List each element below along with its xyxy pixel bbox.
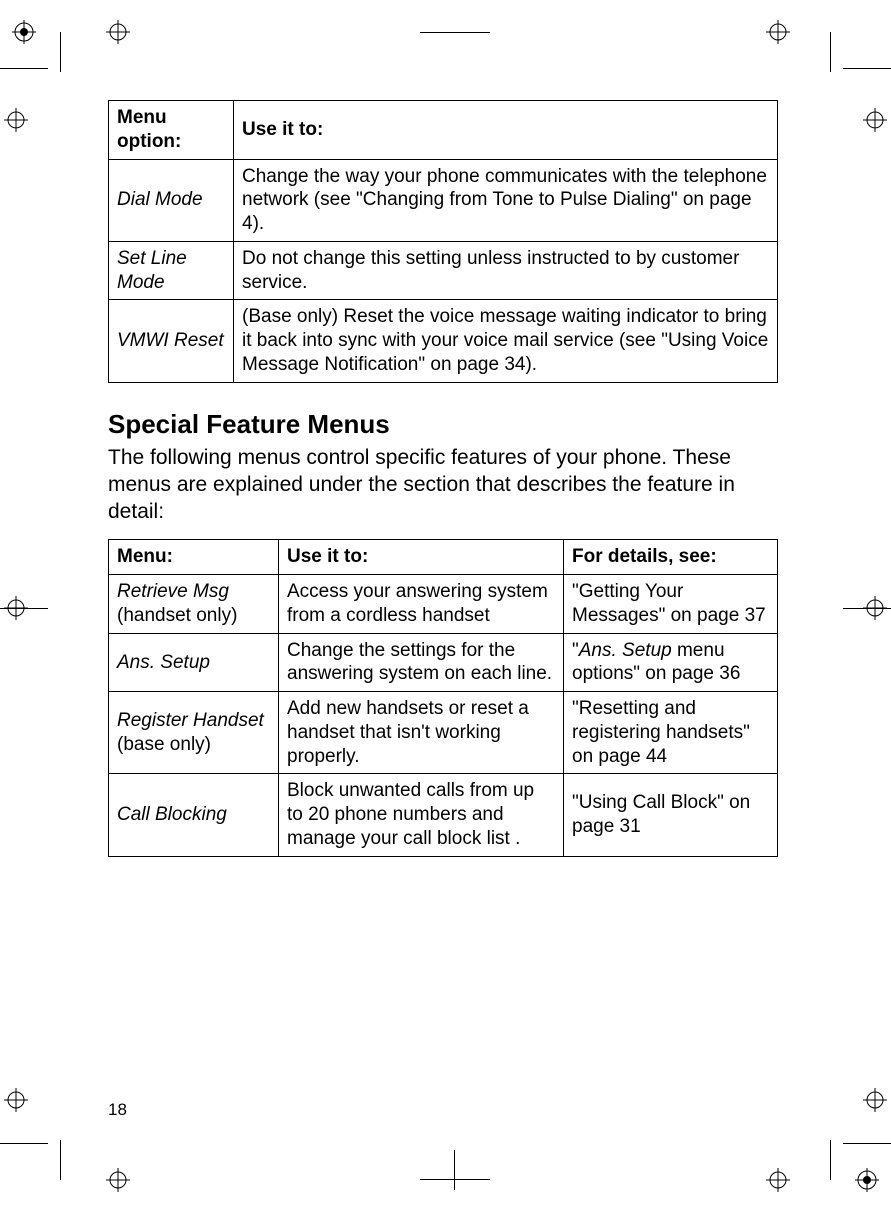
- menu-details-cell: "Getting Your Messages" on page 37: [564, 575, 778, 634]
- registration-mark-icon: [12, 20, 36, 44]
- table-row: Call Blocking Block unwanted calls from …: [109, 774, 778, 856]
- crop-line: [843, 68, 891, 69]
- menu-option-cell: Register Handset (base only): [109, 692, 279, 774]
- crop-line: [0, 68, 48, 69]
- registration-mark-icon: [863, 108, 887, 132]
- registration-mark-icon: [4, 108, 28, 132]
- details-text: "Resetting and registering handsets" on …: [572, 698, 750, 767]
- registration-mark-icon: [766, 20, 790, 44]
- crop-line: [843, 608, 891, 609]
- crop-line: [0, 608, 48, 609]
- section-intro: The following menus control specific fea…: [108, 444, 778, 526]
- crop-line: [420, 32, 490, 33]
- table-header: Use it to:: [279, 540, 564, 575]
- menu-details-cell: "Ans. Setup menu options" on page 36: [564, 633, 778, 692]
- details-text: "Using Call Block" on page 31: [572, 792, 750, 837]
- menu-option-name: Retrieve Msg: [117, 581, 229, 602]
- crop-line: [843, 1143, 891, 1144]
- menu-option-note: (handset only): [117, 604, 270, 628]
- menu-desc-cell: Change the way your phone communicates w…: [234, 159, 778, 241]
- table-row: Set Line Mode Do not change this setting…: [109, 241, 778, 300]
- registration-mark-icon: [855, 1168, 879, 1192]
- menu-details-cell: "Using Call Block" on page 31: [564, 774, 778, 856]
- table-header: Menu option:: [109, 101, 234, 160]
- crop-line: [454, 1150, 455, 1190]
- menu-option-name: Register Handset: [117, 710, 264, 731]
- crop-line: [0, 1143, 48, 1144]
- menu-option-name: Call Blocking: [117, 804, 227, 825]
- registration-mark-icon: [4, 1088, 28, 1112]
- menu-desc-cell: (Base only) Reset the voice message wait…: [234, 300, 778, 382]
- page-number: 18: [108, 1100, 127, 1120]
- details-italic: Ans. Setup: [579, 640, 672, 661]
- registration-mark-icon: [106, 1168, 130, 1192]
- menu-desc-cell: Do not change this setting unless instru…: [234, 241, 778, 300]
- crop-line: [60, 32, 61, 72]
- menu-option-cell: Call Blocking: [109, 774, 279, 856]
- table-header: Menu:: [109, 540, 279, 575]
- details-text: "Getting Your Messages" on page 37: [572, 581, 766, 626]
- menu-desc-cell: Add new handsets or reset a handset that…: [279, 692, 564, 774]
- table-header-row: Menu option: Use it to:: [109, 101, 778, 160]
- table-row: Retrieve Msg (handset only) Access your …: [109, 575, 778, 634]
- details-text: ": [572, 640, 579, 661]
- table-header: Use it to:: [234, 101, 778, 160]
- registration-mark-icon: [863, 1088, 887, 1112]
- menu-options-table: Menu option: Use it to: Dial Mode Change…: [108, 100, 778, 383]
- crop-line: [60, 1140, 61, 1180]
- table-header: For details, see:: [564, 540, 778, 575]
- menu-option-note: (base only): [117, 733, 270, 757]
- menu-desc-cell: Access your answering system from a cord…: [279, 575, 564, 634]
- menu-desc-cell: Change the settings for the answering sy…: [279, 633, 564, 692]
- table-row: Ans. Setup Change the settings for the a…: [109, 633, 778, 692]
- menu-desc-cell: Block unwanted calls from up to 20 phone…: [279, 774, 564, 856]
- registration-mark-icon: [766, 1168, 790, 1192]
- table-row: Dial Mode Change the way your phone comm…: [109, 159, 778, 241]
- menu-option-name: Ans. Setup: [117, 652, 210, 673]
- menu-option-cell: Retrieve Msg (handset only): [109, 575, 279, 634]
- registration-mark-icon: [106, 20, 130, 44]
- crop-line: [420, 1179, 490, 1180]
- menu-option-cell: VMWI Reset: [109, 300, 234, 382]
- table-header-row: Menu: Use it to: For details, see:: [109, 540, 778, 575]
- menu-option-cell: Ans. Setup: [109, 633, 279, 692]
- menu-details-cell: "Resetting and registering handsets" on …: [564, 692, 778, 774]
- special-feature-table: Menu: Use it to: For details, see: Retri…: [108, 539, 778, 856]
- menu-option-cell: Set Line Mode: [109, 241, 234, 300]
- section-heading: Special Feature Menus: [108, 409, 778, 440]
- menu-option-cell: Dial Mode: [109, 159, 234, 241]
- table-row: Register Handset (base only) Add new han…: [109, 692, 778, 774]
- crop-line: [830, 1140, 831, 1180]
- table-row: VMWI Reset (Base only) Reset the voice m…: [109, 300, 778, 382]
- crop-line: [830, 32, 831, 72]
